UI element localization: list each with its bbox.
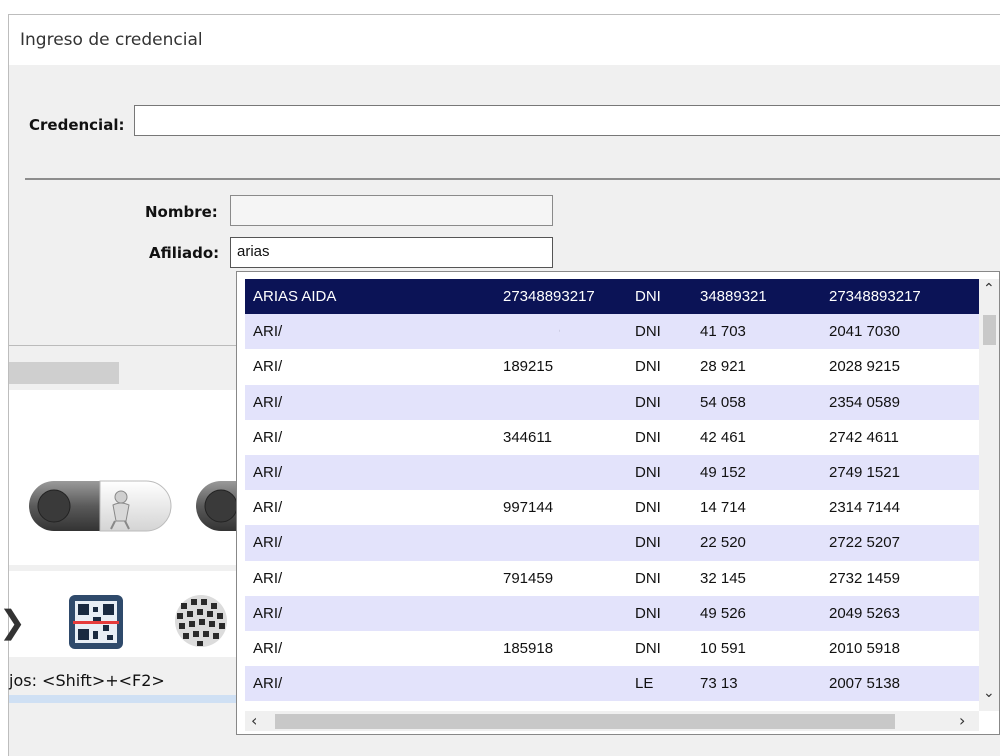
redaction-blur (293, 493, 559, 522)
redaction-blur (293, 564, 559, 593)
redaction-blur (293, 634, 559, 663)
doc-type-cell: DNI (635, 428, 661, 446)
name-cell: ARI/ (253, 463, 283, 481)
list-item[interactable]: ARI/997144 DNI 14 714 2314 7144 (245, 490, 979, 525)
list-item[interactable]: ARI/321521DNI49 1522749 1521 (245, 454, 979, 491)
redaction-blur (293, 598, 559, 628)
list-item[interactable]: ARI/336263DNI49 5262049 5263 (245, 595, 979, 631)
list-item[interactable]: ARI/344611 DNI 42 461 2742 4611 (245, 420, 979, 455)
vertical-scrollbar[interactable]: ⌃ ⌄ (979, 279, 999, 711)
doc-cell: 22 520 (700, 534, 746, 552)
afiliado-label: Afiliado: (149, 244, 220, 262)
doc-type-cell: DNI (635, 569, 661, 587)
name-cell: ARIAS AIDA (253, 288, 337, 305)
doc-cell: 49 152 (700, 463, 746, 481)
doc-cell: 14 714 (700, 499, 746, 517)
horizontal-scroll-thumb[interactable] (275, 714, 895, 729)
name-cell: ARI/ (253, 358, 283, 376)
code-cell: 2314 7144 (829, 499, 900, 517)
doc-cell: 54 058 (700, 393, 746, 411)
nombre-input[interactable] (230, 195, 553, 226)
credencial-label: Credencial: (29, 116, 125, 134)
redaction-blur (293, 669, 559, 699)
doc-type-cell: LE (635, 675, 654, 693)
name-cell: ARI/ (253, 323, 283, 341)
list-item[interactable]: ARI/766207DNI22 5202722 5207 (245, 525, 979, 561)
code-cell: 2354 0589 (829, 393, 900, 411)
name-cell: ARI/ (253, 428, 283, 446)
nombre-label: Nombre: (145, 203, 218, 221)
doc-type-cell: DNI (635, 534, 661, 552)
window-title: Ingreso de credencial (20, 30, 203, 50)
scroll-right-icon[interactable]: › (959, 711, 965, 730)
list-item[interactable]: ARI/791459 DNI 32 145 2732 1459 (245, 561, 979, 596)
cuil-cell: 27348893217 (503, 288, 595, 305)
code-cell: 2007 5138 (829, 675, 900, 693)
name-cell: ARI/ (253, 393, 283, 411)
doc-type-cell: DNI (635, 499, 661, 517)
code-cell: 27348893217 (829, 288, 921, 305)
globe-icon[interactable] (169, 589, 233, 653)
doc-cell: 32 145 (700, 569, 746, 587)
redaction-blur (293, 423, 559, 452)
shortcut-hint: jos: <Shift>+<F2> (9, 671, 165, 690)
horizontal-scrollbar[interactable]: ‹ › (245, 711, 979, 731)
list-item[interactable]: ARI/340589DNI54 0582354 0589 (245, 384, 979, 420)
scroll-down-icon[interactable]: ⌄ (983, 685, 995, 701)
doc-cell: 10 591 (700, 639, 746, 657)
code-cell: 2010 5918 (829, 639, 900, 657)
code-cell: 2742 4611 (829, 428, 899, 446)
scroll-left-icon[interactable]: ‹ (251, 711, 257, 730)
name-cell: ARI/ (253, 499, 283, 517)
redaction-blur (293, 317, 559, 347)
title-bar: Ingreso de credencial (9, 15, 1000, 65)
doc-type-cell: DNI (635, 463, 661, 481)
doc-cell: 73 13 (700, 675, 738, 693)
panel-divider (9, 345, 249, 346)
name-cell: ARI/ (253, 604, 283, 622)
doc-type-cell: DNI (635, 639, 661, 657)
name-cell: ARI/ (253, 534, 283, 552)
results-grid: ARIAS AIDA 27348893217 DNI 34889321 27348893… (245, 279, 979, 711)
doc-type-cell: DNI (635, 358, 661, 376)
code-cell: 2722 5207 (829, 534, 900, 552)
name-cell: ARI/ (253, 569, 283, 587)
list-item[interactable]: ARI/526138LE73 132007 5138 (245, 666, 979, 702)
code-cell: 2041 7030 (829, 323, 900, 341)
name-cell: ARI/ (253, 675, 283, 693)
list-item[interactable]: ARIAS AIDA 27348893217 DNI 34889321 27348893… (245, 279, 979, 315)
doc-type-cell: DNI (635, 393, 661, 411)
doc-cell: 34889321 (700, 288, 767, 305)
vertical-scroll-thumb[interactable] (983, 315, 996, 345)
afiliado-input[interactable]: arias (230, 237, 553, 268)
redaction-blur (293, 528, 559, 558)
qr-code-icon[interactable] (69, 595, 123, 649)
doc-cell: 41 703 (700, 323, 746, 341)
code-cell: 2049 5263 (829, 604, 900, 622)
list-item[interactable]: ARI/…47030DNI41 7032041 7030 (245, 314, 979, 350)
code-cell: 2028 9215 (829, 358, 900, 376)
redaction-blur (293, 457, 559, 487)
redaction-blur (293, 352, 559, 381)
doc-cell: 28 921 (700, 358, 746, 376)
afiliado-dropdown[interactable]: ARIAS AIDA 27348893217 DNI 34889321 27348893… (236, 271, 1000, 735)
doc-type-cell: DNI (635, 288, 661, 305)
redaction-blur (293, 387, 559, 417)
section-divider (25, 178, 1000, 180)
status-strip (9, 695, 249, 703)
list-item[interactable]: ARI/185918 DNI 10 591 2010 5918 (245, 631, 979, 666)
list-item[interactable]: ARI/189215 DNI 28 921 2028 9215 (245, 349, 979, 384)
credencial-input[interactable] (134, 105, 1000, 136)
code-cell: 2732 1459 (829, 569, 900, 587)
panel-scrollbar-thumb[interactable] (9, 362, 119, 384)
doc-cell: 49 526 (700, 604, 746, 622)
toggle-switch-icon[interactable] (25, 477, 175, 535)
doc-type-cell: DNI (635, 323, 661, 341)
name-cell: ARI/ (253, 639, 283, 657)
arrow-icon[interactable]: ❯ (0, 603, 26, 641)
code-cell: 2749 1521 (829, 463, 900, 481)
doc-cell: 42 461 (700, 428, 746, 446)
doc-type-cell: DNI (635, 604, 661, 622)
scroll-up-icon[interactable]: ⌃ (983, 281, 995, 297)
